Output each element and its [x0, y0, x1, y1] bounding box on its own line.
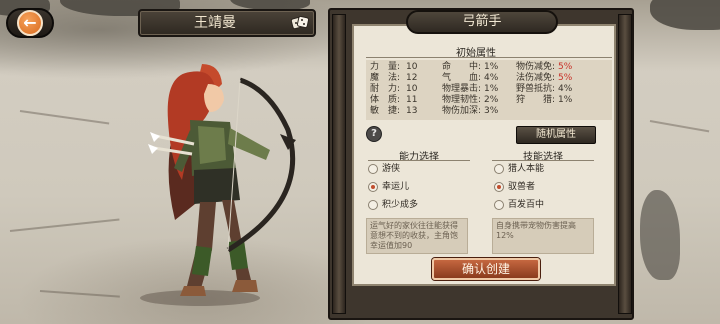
stat-hunting: 狩 猎: 1%	[516, 95, 572, 106]
option-label: 百发百中	[508, 200, 545, 210]
stat-label: 敏 捷:	[370, 106, 401, 116]
stat-label: 物理暴击:	[442, 84, 482, 94]
skill-option-sharpshooter[interactable]: 百发百中	[494, 199, 594, 211]
stat-endurance: 耐 力: 10	[370, 84, 417, 95]
stat-label: 耐 力:	[370, 84, 401, 94]
radio-button[interactable]	[494, 164, 504, 174]
stat-value: 10	[406, 84, 418, 94]
section-divider	[368, 160, 470, 161]
stat-value: 5%	[558, 73, 573, 83]
stat-constitution: 体 质: 11	[370, 95, 417, 106]
random-attributes-button[interactable]: 随机属性	[516, 126, 596, 144]
option-label: 幸运儿	[382, 182, 410, 192]
stat-label: 命 中:	[442, 62, 482, 72]
stat-label: 法伤减免:	[516, 73, 556, 83]
ability-option-ranger[interactable]: 游侠	[368, 163, 468, 175]
stat-agility: 敏 捷: 13	[370, 106, 417, 117]
back-arrow-icon: ←	[17, 10, 43, 36]
ability-option-accumulate[interactable]: 积少成多	[368, 199, 468, 211]
stat-label: 物伤加深:	[442, 106, 482, 116]
stat-strength: 力 量: 10	[370, 62, 417, 73]
section-divider	[366, 57, 612, 58]
option-label: 积少成多	[382, 200, 419, 210]
ground-crack	[649, 120, 710, 133]
stat-value: 12	[406, 73, 418, 83]
stat-value: 2%	[484, 95, 499, 105]
stat-physical-damage-reduction: 物伤减免: 5%	[516, 62, 572, 73]
stat-beast-resistance: 野兽抵抗: 4%	[516, 84, 572, 95]
skill-description: 自身携带宠物伤害提高12%	[492, 218, 594, 254]
stat-hit: 命 中: 1%	[442, 62, 498, 73]
help-button[interactable]: ?	[366, 126, 382, 142]
stat-physical-damage-boost: 物伤加深: 3%	[442, 106, 498, 117]
radio-button[interactable]	[494, 200, 504, 210]
background-rock	[640, 190, 680, 280]
option-label: 猎人本能	[508, 164, 545, 174]
random-name-button[interactable]	[290, 14, 310, 32]
back-button[interactable]: ←	[6, 8, 54, 38]
stat-label: 物伤减免:	[516, 62, 556, 72]
stat-value: 4%	[558, 84, 573, 94]
option-label: 驭兽者	[508, 182, 536, 192]
option-label: 游侠	[382, 164, 401, 174]
stat-label: 野兽抵抗:	[516, 84, 556, 94]
radio-button[interactable]	[368, 164, 378, 174]
stat-magic: 魔 法: 12	[370, 73, 417, 84]
ground-crack	[19, 110, 110, 125]
stat-physical-toughness: 物理韧性: 2%	[442, 95, 498, 106]
frame-post-right	[618, 14, 632, 314]
stat-label: 狩 猎:	[516, 95, 556, 105]
confirm-create-button[interactable]: 确认创建	[432, 258, 540, 280]
stat-value: 13	[406, 106, 418, 116]
stat-label: 力 量:	[370, 62, 401, 72]
stat-value: 5%	[558, 62, 573, 72]
section-divider	[492, 160, 594, 161]
stat-label: 魔 法:	[370, 73, 401, 83]
stat-label: 体 质:	[370, 95, 401, 105]
radio-button[interactable]	[368, 200, 378, 210]
stat-value: 3%	[484, 106, 499, 116]
stat-magic-damage-reduction: 法伤减免: 5%	[516, 73, 572, 84]
stat-value: 1%	[484, 62, 499, 72]
class-title: 弓箭手	[406, 10, 558, 34]
ability-description: 运气好的家伙往往能获得意想不到的收获，主角饱幸运值加90	[366, 218, 468, 254]
stat-value: 11	[406, 95, 418, 105]
character-name-plate: 王靖曼	[138, 9, 316, 37]
stat-value: 1%	[558, 95, 573, 105]
stat-value: 10	[406, 62, 418, 72]
ground-crack	[39, 290, 120, 298]
stat-label: 气 血:	[442, 73, 482, 83]
stat-value: 1%	[484, 84, 499, 94]
dice-icon	[291, 15, 309, 30]
frame-post-left	[332, 14, 346, 314]
radio-button-selected[interactable]	[368, 182, 378, 192]
ability-option-lucky[interactable]: 幸运儿	[368, 181, 468, 193]
background-rock	[650, 0, 720, 30]
ground-crack	[9, 218, 120, 232]
character-name: 王靖曼	[194, 15, 236, 31]
archer-character-portrait	[140, 64, 296, 306]
radio-button-selected[interactable]	[494, 182, 504, 192]
stat-value: 4%	[484, 73, 499, 83]
stat-label: 物理韧性:	[442, 95, 482, 105]
skill-option-beast-tamer[interactable]: 驭兽者	[494, 181, 594, 193]
stat-physical-crit: 物理暴击: 1%	[442, 84, 498, 95]
skill-option-hunter-instinct[interactable]: 猎人本能	[494, 163, 594, 175]
stat-health: 气 血: 4%	[442, 73, 498, 84]
